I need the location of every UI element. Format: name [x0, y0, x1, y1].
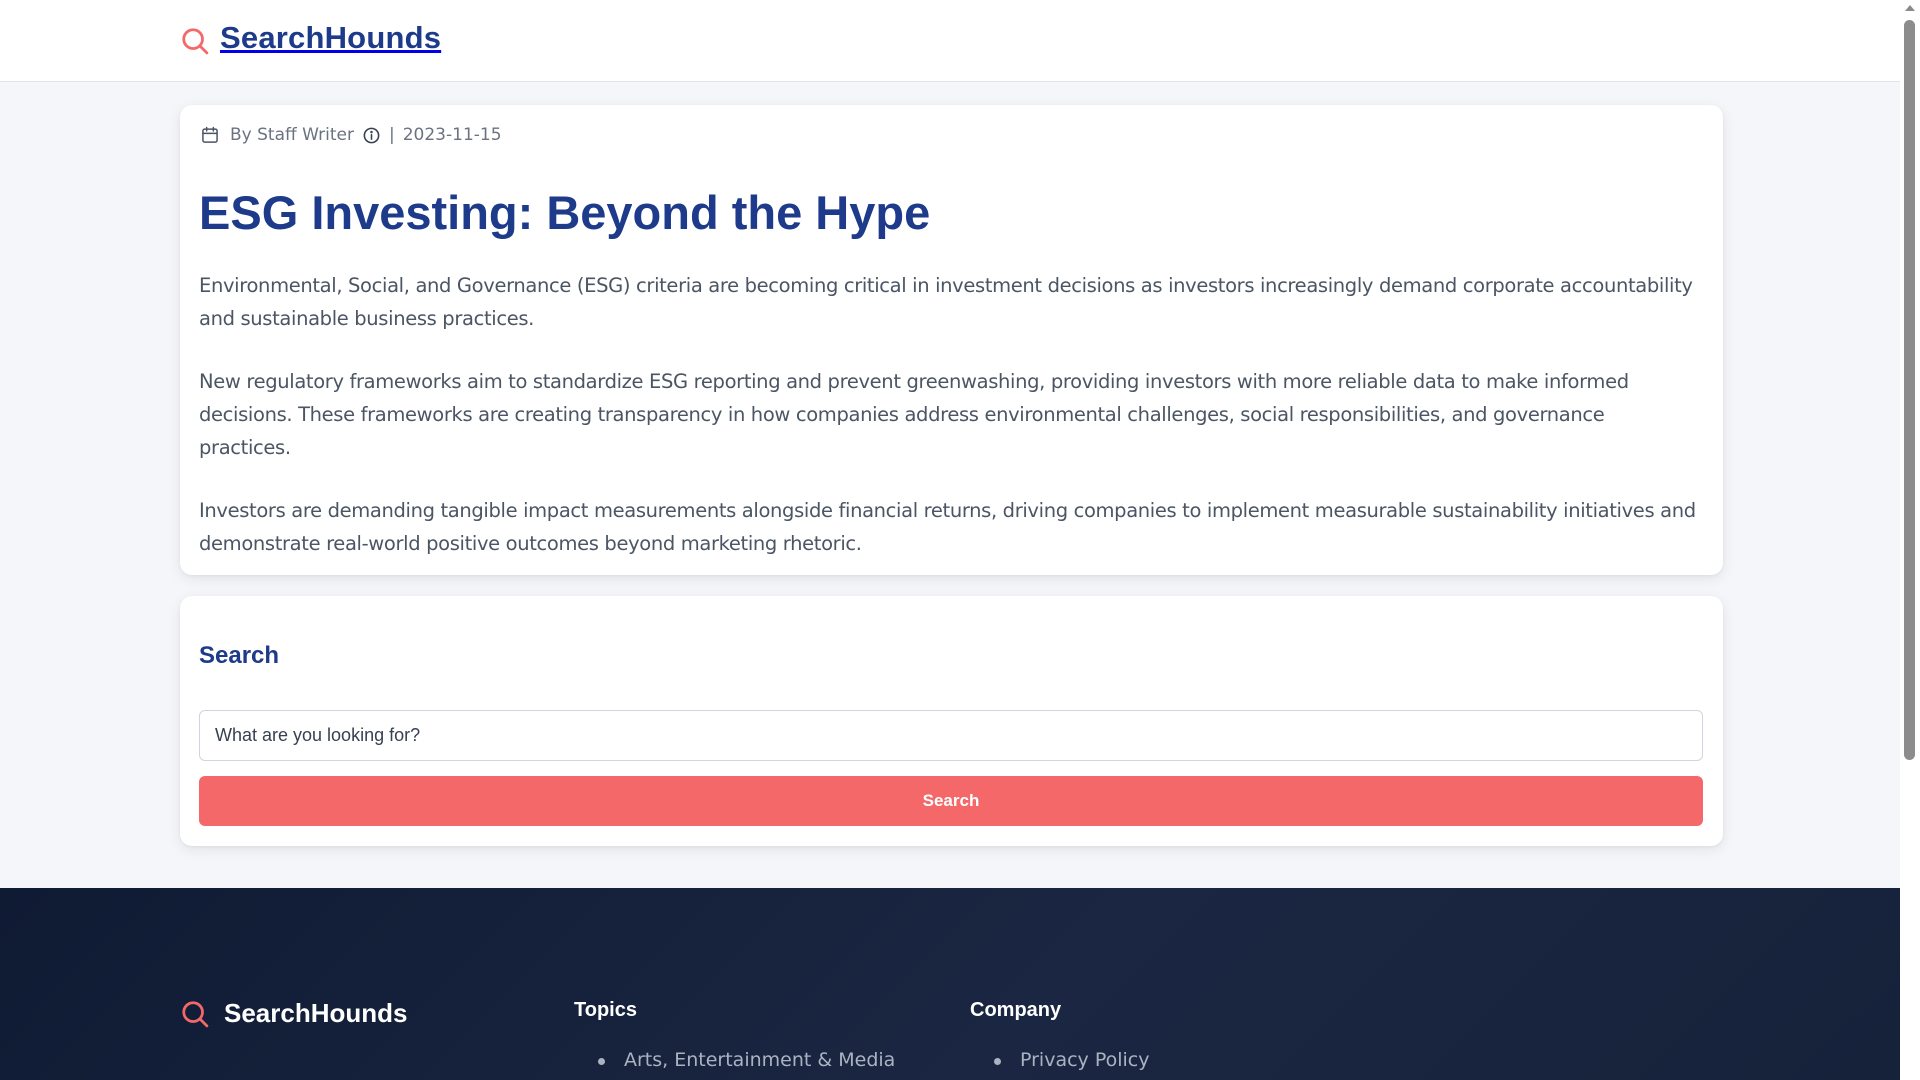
article-date: 2023-11-15 — [402, 125, 502, 145]
search-input[interactable] — [199, 710, 1703, 761]
article-paragraph: Environmental, Social, and Governance (E… — [199, 274, 1693, 330]
footer-company-heading: Company — [970, 999, 1062, 1021]
search-button[interactable]: Search — [199, 776, 1703, 826]
footer-company-item: Privacy Policy — [994, 1049, 1149, 1071]
site-footer: SearchHounds Topics Arts, Entertainment … — [0, 888, 1900, 1080]
footer-company-column: Company Privacy Policy — [970, 999, 1149, 1071]
footer-topic-item: Arts, Entertainment & Media — [598, 1049, 895, 1071]
article-meta: By Staff Writer | 2023-11-15 — [200, 125, 502, 145]
article-paragraph: New regulatory frameworks aim to standar… — [199, 370, 1629, 459]
scroll-thumb[interactable] — [1904, 20, 1915, 760]
footer-topic-link[interactable]: Arts, Entertainment & Media — [624, 1049, 895, 1071]
search-icon — [182, 1000, 209, 1027]
footer-topics-list: Arts, Entertainment & Media — [598, 1049, 895, 1071]
article-body: Environmental, Social, and Governance (E… — [199, 269, 1699, 590]
vertical-scrollbar[interactable] — [1900, 0, 1920, 1080]
page: SearchHounds By Staff Writer | 2023-11-1… — [0, 0, 1900, 1080]
site-header: SearchHounds — [0, 0, 1900, 82]
footer-topics-heading: Topics — [574, 999, 637, 1021]
search-title: Search — [199, 642, 280, 669]
footer-brand-name: SearchHounds — [224, 998, 408, 1028]
scroll-up-arrow-icon[interactable] — [1905, 5, 1915, 11]
brand-logo-link[interactable]: SearchHounds — [180, 20, 441, 56]
footer-company-list: Privacy Policy — [994, 1049, 1149, 1071]
info-icon[interactable] — [362, 126, 381, 145]
meta-separator: | — [389, 125, 395, 145]
article-card: By Staff Writer | 2023-11-15 ESG Investi… — [180, 105, 1723, 575]
brand-name: SearchHounds — [220, 20, 442, 55]
footer-topics-column: Topics Arts, Entertainment & Media — [574, 999, 895, 1071]
search-card: Search Search — [180, 596, 1723, 846]
article-author: By Staff Writer — [230, 125, 354, 145]
article-paragraph: Investors are demanding tangible impact … — [199, 499, 1696, 555]
footer-brand-link[interactable]: SearchHounds — [180, 998, 408, 1029]
footer-privacy-link[interactable]: Privacy Policy — [1020, 1049, 1149, 1071]
article-title: ESG Investing: Beyond the Hype — [199, 186, 931, 239]
calendar-icon — [202, 126, 218, 143]
search-icon — [182, 28, 209, 55]
